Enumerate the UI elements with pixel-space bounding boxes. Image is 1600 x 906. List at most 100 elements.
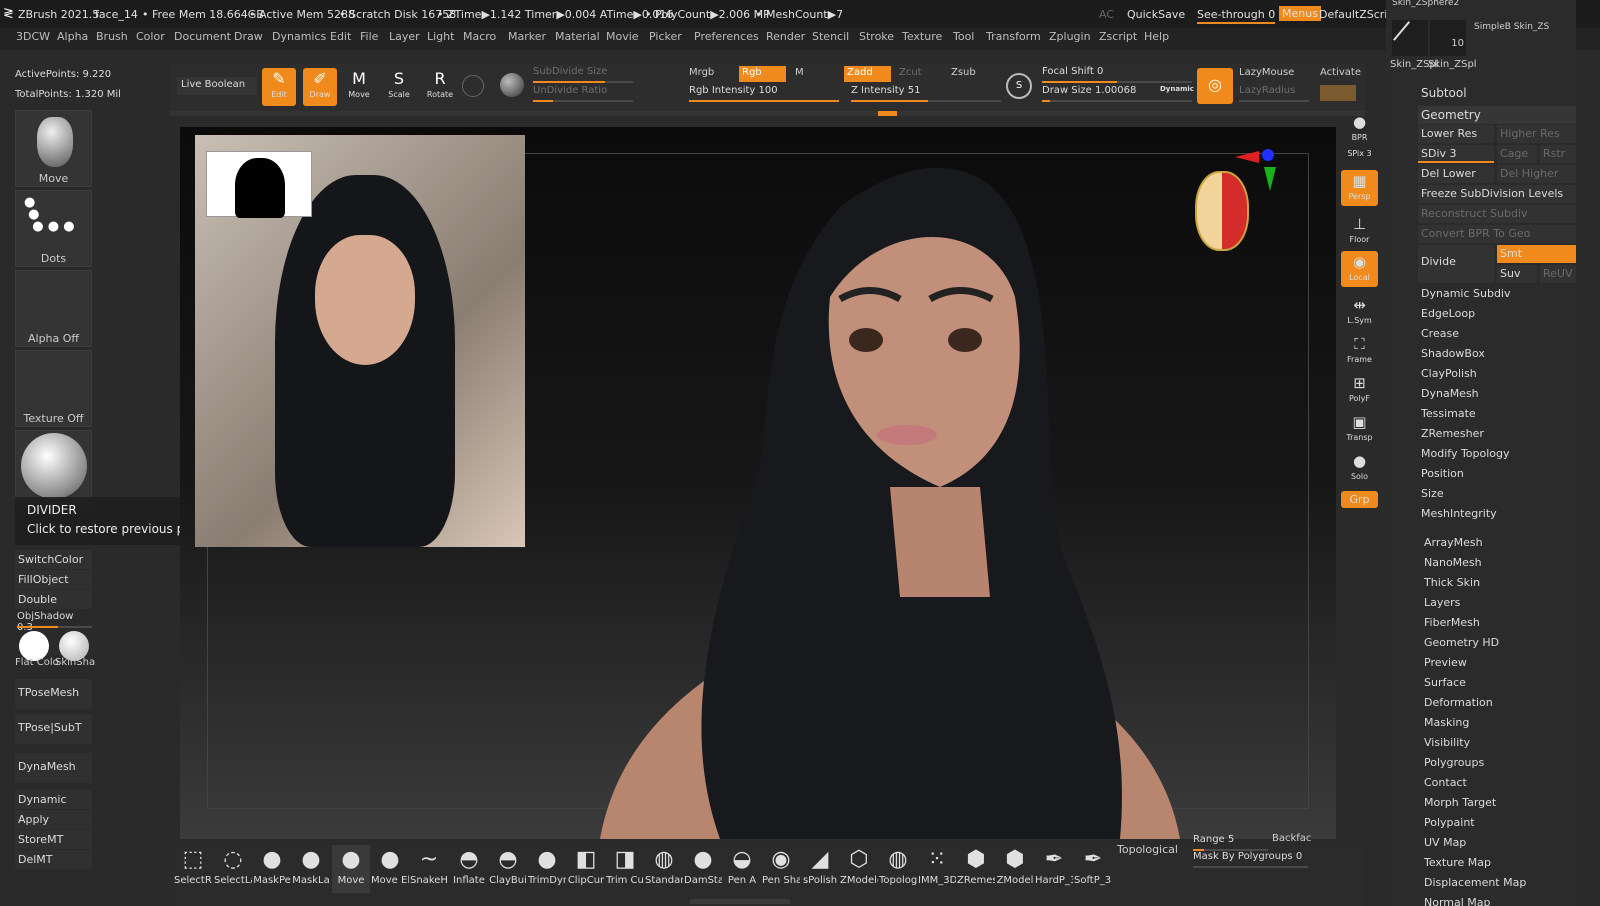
bpr-button[interactable]: ● BPR (1341, 111, 1378, 147)
switch-color-button[interactable]: SwitchColor (15, 550, 92, 569)
preview-section[interactable]: Preview (1421, 654, 1579, 672)
undivide-ratio-slider[interactable]: UnDivide Ratio (533, 85, 633, 103)
menu-preferences[interactable]: Preferences (694, 30, 759, 43)
contact-section[interactable]: Contact (1421, 774, 1579, 792)
transp-button[interactable]: ▣ Transp (1341, 411, 1378, 447)
zadd-button[interactable]: Zadd (844, 66, 891, 82)
z-intensity-slider[interactable]: Z Intensity 51 (851, 85, 1001, 103)
brush-topology[interactable]: ◍ Topolog (879, 845, 917, 893)
mask-by-polygroups-slider[interactable]: Mask By Polygroups 0 (1193, 851, 1308, 869)
size-section[interactable]: Size (1418, 485, 1576, 503)
quicksave-button[interactable]: QuickSave (1127, 8, 1185, 21)
brush-pen-shadow[interactable]: ◉ Pen Sha (762, 845, 800, 893)
divide-button[interactable]: Divide (1418, 245, 1494, 283)
shelf-divider[interactable] (170, 111, 1365, 116)
menu-texture[interactable]: Texture (902, 30, 942, 43)
subdivide-size-slider[interactable]: SubDivide Size (533, 66, 633, 84)
menu-file[interactable]: File (360, 30, 378, 43)
menu-zscript[interactable]: Zscript (1099, 30, 1137, 43)
menu-marker[interactable]: Marker (508, 30, 546, 43)
tessimate-section[interactable]: Tessimate (1418, 405, 1576, 423)
visibility-section[interactable]: Visibility (1421, 734, 1579, 752)
lower-res-button[interactable]: Lower Res (1418, 125, 1494, 143)
dynamesh-section[interactable]: DynaMesh (1418, 385, 1576, 403)
navigation-head-icon[interactable] (1195, 171, 1249, 251)
brush-standard[interactable]: ◍ Standar (645, 845, 683, 893)
local-button[interactable]: ◉ Local (1341, 251, 1378, 287)
geometry-section[interactable]: Geometry (1418, 106, 1576, 124)
brush-pen-a[interactable]: ◒ Pen A (723, 845, 761, 893)
normal-map-section[interactable]: Normal Map (1421, 894, 1579, 906)
brush-spolish[interactable]: ◢ sPolish (801, 845, 839, 893)
brush-hardp-3d[interactable]: ✒ HardP_3 (1035, 845, 1073, 893)
menu-movie[interactable]: Movie (606, 30, 639, 43)
dynamic-button[interactable]: Dynamic (15, 790, 92, 809)
subtool-top-a[interactable]: Skin_ZSphere2 (1392, 0, 1459, 8)
texture-map-section[interactable]: Texture Map (1421, 854, 1579, 872)
color-ball-icon[interactable] (500, 73, 524, 97)
modify-topology-section[interactable]: Modify Topology (1418, 445, 1576, 463)
reuv-toggle[interactable]: ReUV (1540, 265, 1576, 283)
surface-section[interactable]: Surface (1421, 674, 1579, 692)
menu-stroke[interactable]: Stroke (859, 30, 894, 43)
brush-zmodel[interactable]: ⬢ ZModel (996, 845, 1034, 893)
rgb-button[interactable]: Rgb (739, 66, 786, 82)
zsub-button[interactable]: Zsub (951, 67, 976, 78)
silhouette-thumbnail[interactable] (206, 151, 312, 218)
material-thumbnail[interactable] (15, 430, 92, 507)
axis-x-indicator[interactable] (1235, 151, 1259, 163)
solo-button[interactable]: ● Solo (1341, 450, 1378, 486)
menu-edit[interactable]: Edit (330, 30, 351, 43)
rstr-button[interactable]: Rstr (1540, 145, 1576, 163)
lsym-button[interactable]: ⇹ L.Sym (1341, 294, 1378, 330)
menu-picker[interactable]: Picker (649, 30, 682, 43)
subtool-thumb-b[interactable]: 10 (1430, 20, 1466, 56)
subtool-thumb-a[interactable] (1392, 20, 1428, 56)
menu-light[interactable]: Light (427, 30, 454, 43)
activate-toggle[interactable] (1320, 85, 1356, 101)
see-through-slider[interactable]: See-through 0 (1197, 8, 1276, 24)
lazyradius-slider[interactable]: LazyRadius (1239, 85, 1309, 103)
crease-section[interactable]: Crease (1418, 325, 1576, 343)
axis-z-indicator[interactable] (1262, 149, 1274, 161)
claypolish-section[interactable]: ClayPolish (1418, 365, 1576, 383)
alpha-thumbnail[interactable]: Alpha Off (15, 270, 92, 347)
texture-thumbnail[interactable]: Texture Off (15, 350, 92, 427)
apply-button[interactable]: Apply (15, 810, 92, 829)
brush-selectrect[interactable]: ⬚SelectRe (174, 845, 212, 893)
spotlight-s-icon[interactable]: S (1006, 73, 1032, 99)
persp-button[interactable]: ▦ Persp (1341, 170, 1378, 206)
store-mt-button[interactable]: StoreMT (15, 830, 92, 849)
move-mode-button[interactable]: M Move (342, 68, 376, 106)
menu-zplugin[interactable]: Zplugin (1049, 30, 1091, 43)
menu-alpha[interactable]: Alpha (57, 30, 88, 43)
shadowbox-section[interactable]: ShadowBox (1418, 345, 1576, 363)
rotate-mode-button[interactable]: R Rotate (423, 68, 457, 106)
polygroups-section[interactable]: Polygroups (1421, 754, 1579, 772)
position-section[interactable]: Position (1418, 465, 1576, 483)
brush-zremesher[interactable]: ⬢ ZRemes (957, 845, 995, 893)
polyf-button[interactable]: ⊞ PolyF (1341, 372, 1378, 408)
brush-imm-3d[interactable]: ⁙ IMM_3D (918, 845, 956, 893)
polypaint-section[interactable]: Polypaint (1421, 814, 1579, 832)
suv-toggle[interactable]: Suv (1497, 265, 1537, 283)
morph-target-section[interactable]: Morph Target (1421, 794, 1579, 812)
menu-help[interactable]: Help (1144, 30, 1169, 43)
layers-section[interactable]: Layers (1421, 594, 1579, 612)
thick-skin-section[interactable]: Thick Skin (1421, 574, 1579, 592)
focal-shift-slider[interactable]: Focal Shift 0 (1042, 66, 1192, 84)
deformation-section[interactable]: Deformation (1421, 694, 1579, 712)
convert-bpr-button[interactable]: Convert BPR To Geo (1418, 225, 1576, 243)
obj-shadow-slider[interactable]: ObjShadow 0.3 (17, 611, 92, 633)
dynamic-subdiv-section[interactable]: Dynamic Subdiv (1418, 285, 1576, 303)
divider-handle[interactable] (878, 111, 897, 116)
smt-toggle[interactable]: Smt (1497, 245, 1576, 263)
menu-dynamics[interactable]: Dynamics (272, 30, 326, 43)
brush-maskpen[interactable]: ● MaskPe (253, 845, 291, 893)
meshintegrity-section[interactable]: MeshIntegrity (1418, 505, 1576, 523)
fibermesh-section[interactable]: FiberMesh (1421, 614, 1579, 632)
brush-snakehook[interactable]: ~SnakeHo (410, 845, 448, 893)
brush-claybuildup[interactable]: ◓ ClayBui (489, 845, 527, 893)
menu-layer[interactable]: Layer (389, 30, 420, 43)
menu-render[interactable]: Render (766, 30, 805, 43)
